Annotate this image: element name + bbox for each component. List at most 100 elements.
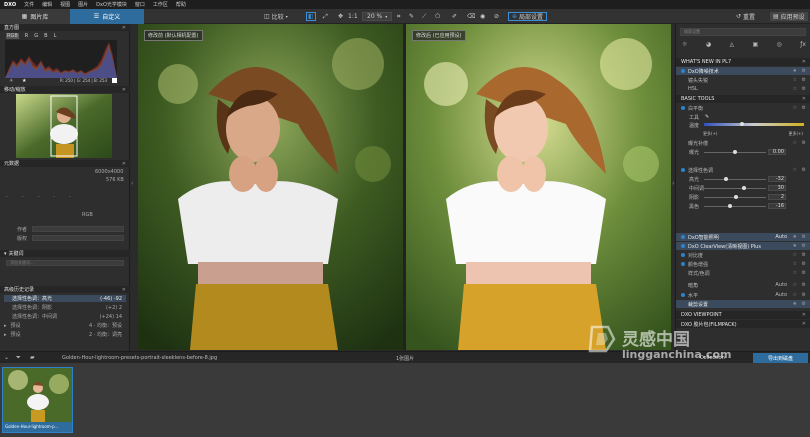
slider-knob[interactable] xyxy=(734,195,738,199)
tool-contrast[interactable]: 对比度 ☆ ⚙ xyxy=(676,251,810,259)
navigator-thumbnail[interactable] xyxy=(16,94,112,158)
keywords-header[interactable]: ▾ 关键词 xyxy=(0,250,130,257)
blacks-value[interactable]: -16 xyxy=(768,203,786,209)
eraser-icon[interactable]: ⌫ xyxy=(467,12,475,21)
settings-icon[interactable]: ⚙ xyxy=(802,261,806,267)
filmpack-header[interactable]: DXO 胶片包(FILMPACK) ✕ xyxy=(676,320,810,328)
tool-horizon[interactable]: 水平 Auto ☆ ⚙ xyxy=(676,291,810,299)
eyedropper-icon[interactable]: ✎ xyxy=(409,12,414,21)
settings-icon[interactable]: ⚙ xyxy=(802,167,806,173)
settings-icon[interactable]: ⚙ xyxy=(802,105,806,111)
star-icon[interactable]: ★ xyxy=(793,68,797,74)
enabled-dot-icon[interactable] xyxy=(681,235,685,239)
settings-icon[interactable]: ⚙ xyxy=(802,252,806,258)
close-icon[interactable]: ✕ xyxy=(802,96,806,102)
zoom-1to1-button[interactable]: 1:1 xyxy=(348,12,358,21)
filmstrip-thumbnail[interactable]: Golden-Hour-lightroom-p... xyxy=(2,367,73,433)
menu-workspace[interactable]: 工作区 xyxy=(153,1,168,8)
channel-b[interactable]: B xyxy=(44,33,47,39)
tool-style-tone[interactable]: 样式/色调 ☆ ⚙ xyxy=(676,269,810,277)
tool-crop[interactable]: 裁剪设置 ★ ⚙ xyxy=(676,300,810,308)
eye-icon[interactable]: ◉ xyxy=(480,12,485,21)
tool-clearview[interactable]: DxO ClearView(清晰视图) Plus ★ ⚙ xyxy=(676,242,810,250)
close-icon[interactable]: ✕ xyxy=(122,287,126,293)
reset-button[interactable]: ↺ 重置 xyxy=(736,12,755,21)
settings-icon[interactable]: ⚙ xyxy=(802,292,806,298)
histogram-header[interactable]: 直方图 ✕ xyxy=(0,24,130,31)
enabled-dot-icon[interactable] xyxy=(681,244,685,248)
channel-g[interactable]: G xyxy=(34,33,38,39)
history-item[interactable]: ▸ 预设 2 · 均衡：调亮 xyxy=(4,331,126,339)
enabled-dot-icon[interactable] xyxy=(681,253,685,257)
history-header[interactable]: 高级历史记录 ✕ xyxy=(0,286,130,293)
wb-more-link[interactable]: 更多(+) xyxy=(789,131,803,137)
menu-optics[interactable]: DxO光学模块 xyxy=(96,1,127,8)
star-icon[interactable]: ★ xyxy=(793,301,797,307)
pan-icon[interactable]: ✥ xyxy=(338,12,343,21)
star-icon[interactable]: ☆ xyxy=(793,292,797,298)
folder-icon[interactable]: ▰ xyxy=(30,354,35,361)
settings-icon[interactable]: ⚙ xyxy=(802,68,806,74)
collapse-icon[interactable]: ⌄ xyxy=(4,354,9,361)
history-item[interactable]: 选择性色调：阴影 (+2) 2 xyxy=(4,304,126,312)
settings-icon[interactable]: ⚙ xyxy=(802,301,806,307)
compare-button[interactable]: ◫ 比较 ▾ xyxy=(264,12,288,21)
tab-library[interactable]: ▦ 图片库 xyxy=(0,9,70,24)
tool-smart-lighting[interactable]: DxO智能照明 Auto ★ ⚙ xyxy=(676,233,810,241)
star-icon[interactable]: ☆ xyxy=(793,282,797,288)
local-adjust-button[interactable]: ⊕ 局部设置 xyxy=(508,12,548,21)
perspective-icon[interactable]: ⬠ xyxy=(435,12,440,21)
close-icon[interactable]: ✕ xyxy=(122,25,126,31)
exposure-slider[interactable] xyxy=(704,150,766,154)
menu-edit[interactable]: 编辑 xyxy=(42,1,52,8)
slider-knob[interactable] xyxy=(733,150,737,154)
settings-icon[interactable]: ⚙ xyxy=(802,77,806,83)
tool-lens-blur[interactable]: 镜头失锐 ☆ ⚙ xyxy=(676,76,810,84)
collapse-left-icon[interactable]: ‹ xyxy=(131,180,133,187)
star-icon[interactable]: ★ xyxy=(793,234,797,240)
fit-screen-icon[interactable]: ⤢ xyxy=(323,12,328,21)
basic-tools-header[interactable]: BASIC TOOLS ✕ xyxy=(676,95,810,103)
history-item[interactable]: ▸ 预设 4 · 均衡：预设 xyxy=(4,322,126,330)
navigator-header[interactable]: 移动/缩放 ✕ xyxy=(0,86,130,93)
horizon-icon[interactable]: ⟋ xyxy=(422,12,426,21)
zoom-select[interactable]: 20 % ▾ xyxy=(362,12,393,21)
slider-knob[interactable] xyxy=(742,186,746,190)
menu-window[interactable]: 窗口 xyxy=(135,1,145,8)
histogram-star-icon[interactable]: ★ xyxy=(22,78,26,84)
close-icon[interactable]: ✕ xyxy=(802,321,806,327)
settings-icon[interactable]: ⚙ xyxy=(802,282,806,288)
slider-knob[interactable] xyxy=(728,204,732,208)
tab-customize[interactable]: ☰ 自定义 xyxy=(70,9,144,24)
image-viewer[interactable]: 修改前 (默认相机配置) 修改后 (已应用预设) xyxy=(138,24,671,350)
midtones-value[interactable]: 30 xyxy=(768,185,786,191)
whats-new-header[interactable]: WHAT'S NEW IN PL7 ✕ xyxy=(676,58,810,66)
close-icon[interactable]: ✕ xyxy=(802,59,806,65)
enabled-dot-icon[interactable] xyxy=(681,262,685,266)
tool-color-enhance[interactable]: 颜色增强 ☆ ⚙ xyxy=(676,260,810,268)
redeye-icon[interactable]: ⊘ xyxy=(494,12,499,21)
channel-rgb[interactable]: RGB xyxy=(6,33,19,39)
star-icon[interactable]: ☆ xyxy=(793,252,797,258)
blacks-slider[interactable] xyxy=(704,204,766,208)
highlights-slider[interactable] xyxy=(704,177,766,181)
local-icon[interactable]: ◎ xyxy=(777,41,782,48)
export-button[interactable]: 导出到磁盘 xyxy=(753,353,808,363)
shadows-slider[interactable] xyxy=(704,195,766,199)
wb-more-link[interactable]: 更多(+) xyxy=(703,131,717,137)
geometry-icon[interactable]: ▣ xyxy=(753,41,759,48)
apply-preset-button[interactable]: ▤ 应用预设 xyxy=(770,12,808,21)
enabled-dot-icon[interactable] xyxy=(681,69,685,73)
enabled-dot-icon[interactable] xyxy=(681,293,685,297)
slider-knob[interactable] xyxy=(724,177,728,181)
wb-temp-slider[interactable] xyxy=(704,122,804,126)
highlights-value[interactable]: -32 xyxy=(768,176,786,182)
color-icon[interactable]: ◕ xyxy=(706,41,711,48)
tool-vignetting[interactable]: 暗角 Auto ☆ ⚙ xyxy=(676,281,810,289)
tool-white-balance[interactable]: 白平衡 ☆ ⚙ xyxy=(676,104,810,112)
tool-dxo-noise[interactable]: DxO降噪技术 ★ ⚙ xyxy=(676,67,810,75)
settings-icon[interactable]: ⚙ xyxy=(802,234,806,240)
split-view-icon[interactable]: ◧ xyxy=(306,12,316,21)
filter-icon[interactable]: ⏷ xyxy=(16,354,21,362)
settings-icon[interactable]: ⚙ xyxy=(802,86,806,92)
